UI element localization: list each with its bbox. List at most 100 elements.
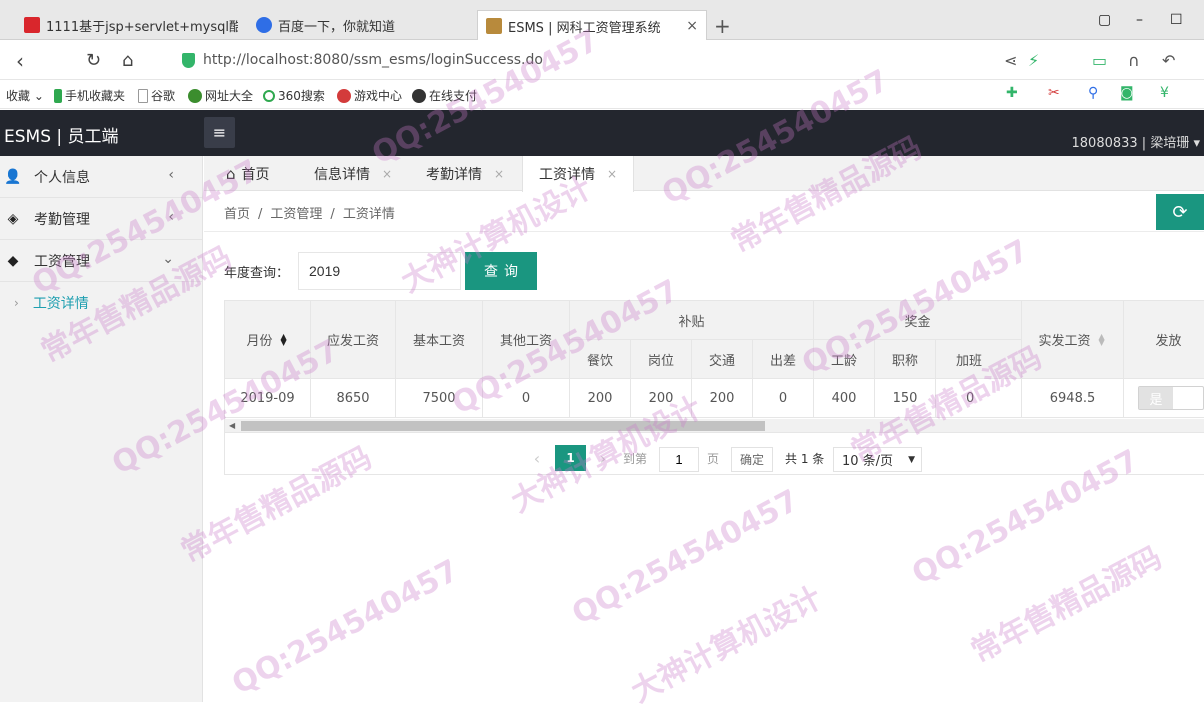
search-icon[interactable]: ⚲ xyxy=(1088,85,1098,101)
goto-label: 到第 xyxy=(623,451,648,466)
tab-label: 信息详情 xyxy=(314,166,370,183)
year-input[interactable] xyxy=(298,252,461,290)
page-size-select[interactable]: 10 条/页 ▼ xyxy=(833,447,922,472)
watermark: QQ:254540457 xyxy=(566,483,805,632)
th-label: 奖金 xyxy=(904,314,931,330)
th-label: 其他工资 xyxy=(499,334,552,349)
th-label: 交通 xyxy=(708,353,735,369)
issued-switch[interactable]: 是 xyxy=(1138,386,1204,410)
ad-icon[interactable]: ✚ xyxy=(1006,85,1018,101)
bookmark-label: 网址大全 xyxy=(205,89,254,103)
divider xyxy=(204,231,1204,232)
close-tab-icon[interactable]: × xyxy=(382,167,392,181)
scissors-icon[interactable]: ✂ xyxy=(1048,85,1060,101)
user-menu[interactable]: 18080833 | 梁培珊 ▾ xyxy=(1072,132,1201,151)
chevron-left-icon: ‹ xyxy=(168,209,174,225)
th-label: 月份 xyxy=(246,334,273,349)
td-meal: 200 xyxy=(570,379,631,418)
scrollbar-thumb[interactable] xyxy=(241,421,765,431)
page-1-button[interactable]: 1 xyxy=(555,445,586,471)
breadcrumb-home[interactable]: 首页 xyxy=(224,207,250,222)
sidebar-subitem-salary-details[interactable]: › 工资详情 xyxy=(0,282,202,324)
browser-tab-3[interactable]: ESMS | 网科工资管理系统 × xyxy=(477,10,707,41)
query-button[interactable]: 查询 xyxy=(465,252,537,290)
home-icon[interactable]: ⌂ xyxy=(122,50,133,71)
confirm-button[interactable]: 确定 xyxy=(731,447,774,472)
page-icon xyxy=(138,88,148,103)
dropdown-icon: ▼ xyxy=(908,454,915,465)
tab-label: 考勤详情 xyxy=(426,166,482,183)
prev-page-icon[interactable]: ‹ xyxy=(527,445,547,471)
sidebar-item-attendance[interactable]: ◈ 考勤管理 ‹ xyxy=(0,198,202,240)
close-tab-icon[interactable]: × xyxy=(607,167,617,181)
lightning-icon[interactable]: ⚡ xyxy=(1028,51,1039,70)
tab-info-details[interactable]: 信息详情 × xyxy=(314,156,392,191)
bookmark-label: 收藏 xyxy=(6,89,31,103)
close-tab-icon[interactable]: × xyxy=(676,18,698,34)
headphones-icon[interactable]: ∩ xyxy=(1128,51,1140,70)
th-seniority: 工龄 xyxy=(814,340,875,379)
sort-icon[interactable]: ▲ ▼ xyxy=(1099,332,1107,346)
menu-toggle-button[interactable]: ≡ xyxy=(204,117,235,148)
th-label: 岗位 xyxy=(647,353,674,369)
sort-icon[interactable]: ▲ ▼ xyxy=(281,332,289,346)
sidebar-item-salary[interactable]: ◆ 工资管理 ⌄ xyxy=(0,240,202,282)
share-icon[interactable]: ⋖ xyxy=(1004,51,1017,70)
undo-icon[interactable]: ↶ xyxy=(1162,51,1175,70)
bookmark-label: 手机收藏夹 xyxy=(65,89,126,103)
browser-tab-2[interactable]: 百度一下，你就知道 xyxy=(248,10,468,40)
back-icon[interactable]: ‹ xyxy=(16,49,24,73)
yen-icon[interactable]: ¥ xyxy=(1160,85,1169,101)
tab-favicon-icon xyxy=(24,17,40,33)
th-net[interactable]: 实发工资 ▲ ▼ xyxy=(1022,301,1124,379)
browser-tab-strip: 1111基于jsp+servlet+mysql酷 百度一下，你就知道 ESMS … xyxy=(0,0,1204,41)
bookmark-games[interactable]: 游戏中心 xyxy=(337,87,402,104)
battery-icon[interactable]: ▭ xyxy=(1092,51,1107,70)
bookmark-360[interactable]: 360搜索 xyxy=(263,87,325,104)
sidebar-item-personal-info[interactable]: 👤 个人信息 ‹ xyxy=(0,156,202,198)
close-tab-icon[interactable]: × xyxy=(494,167,504,181)
minimize-button[interactable]: – xyxy=(1136,12,1143,28)
maximize-button[interactable]: ☐ xyxy=(1170,12,1183,28)
td-travel: 0 xyxy=(753,379,814,418)
bookmark-mobile[interactable]: 手机收藏夹 xyxy=(54,87,125,104)
next-page-icon[interactable]: › xyxy=(593,445,613,471)
th-label: 职称 xyxy=(891,353,918,369)
sidebar-item-label: 考勤管理 xyxy=(34,211,90,228)
refresh-button[interactable]: ⟳ xyxy=(1156,194,1204,230)
hamburger-icon: ≡ xyxy=(212,123,227,142)
hao-icon xyxy=(188,88,202,103)
watermark: QQ:254540457 xyxy=(226,553,465,702)
th-base: 基本工资 xyxy=(396,301,483,379)
th-bonus: 奖金 xyxy=(814,301,1022,340)
sidebar: 👤 个人信息 ‹ ◈ 考勤管理 ‹ ◆ 工资管理 ⌄ › 工资详情 xyxy=(0,156,203,702)
bookmark-label: 在线支付 xyxy=(429,89,478,103)
new-tab-button[interactable]: + xyxy=(714,14,731,38)
th-post: 岗位 xyxy=(631,340,692,379)
browser-tab-1[interactable]: 1111基于jsp+servlet+mysql酷 xyxy=(16,10,238,40)
th-month[interactable]: 月份 ▲ ▼ xyxy=(225,301,311,379)
tab-home[interactable]: ⌂ 首页 xyxy=(226,156,270,191)
sidebar-item-label: 工资管理 xyxy=(34,253,90,270)
scroll-left-icon[interactable]: ◀ xyxy=(229,419,235,433)
bookmark-hao[interactable]: 网址大全 xyxy=(188,87,253,104)
horizontal-scrollbar[interactable]: ◀ xyxy=(225,419,1204,433)
sidebar-subitem-label: 工资详情 xyxy=(32,296,89,312)
gamepad-icon[interactable]: ◙ xyxy=(1120,85,1134,101)
th-label: 工龄 xyxy=(830,353,857,369)
goto-page-input[interactable] xyxy=(659,447,699,472)
bookmark-pay[interactable]: 在线支付 xyxy=(412,87,477,104)
th-gross: 应发工资 xyxy=(311,301,396,379)
bookmark-favorites[interactable]: 收藏 ⌄ xyxy=(6,87,44,104)
url-field[interactable]: http://localhost:8080/ssm_esms/loginSucc… xyxy=(182,52,543,68)
reload-icon[interactable]: ↻ xyxy=(86,50,101,71)
bookmark-google[interactable]: 谷歌 xyxy=(138,87,175,104)
td-seniority: 400 xyxy=(814,379,875,418)
search360-icon xyxy=(263,89,275,102)
tab-attendance-details[interactable]: 考勤详情 × xyxy=(426,156,504,191)
tab-salary-details[interactable]: 工资详情 × xyxy=(522,156,634,192)
window-option-icon[interactable]: ▢ xyxy=(1098,12,1111,28)
breadcrumb-salary[interactable]: 工资管理 xyxy=(270,207,322,222)
th-issued: 发放 xyxy=(1124,301,1204,379)
game-icon xyxy=(337,88,351,103)
